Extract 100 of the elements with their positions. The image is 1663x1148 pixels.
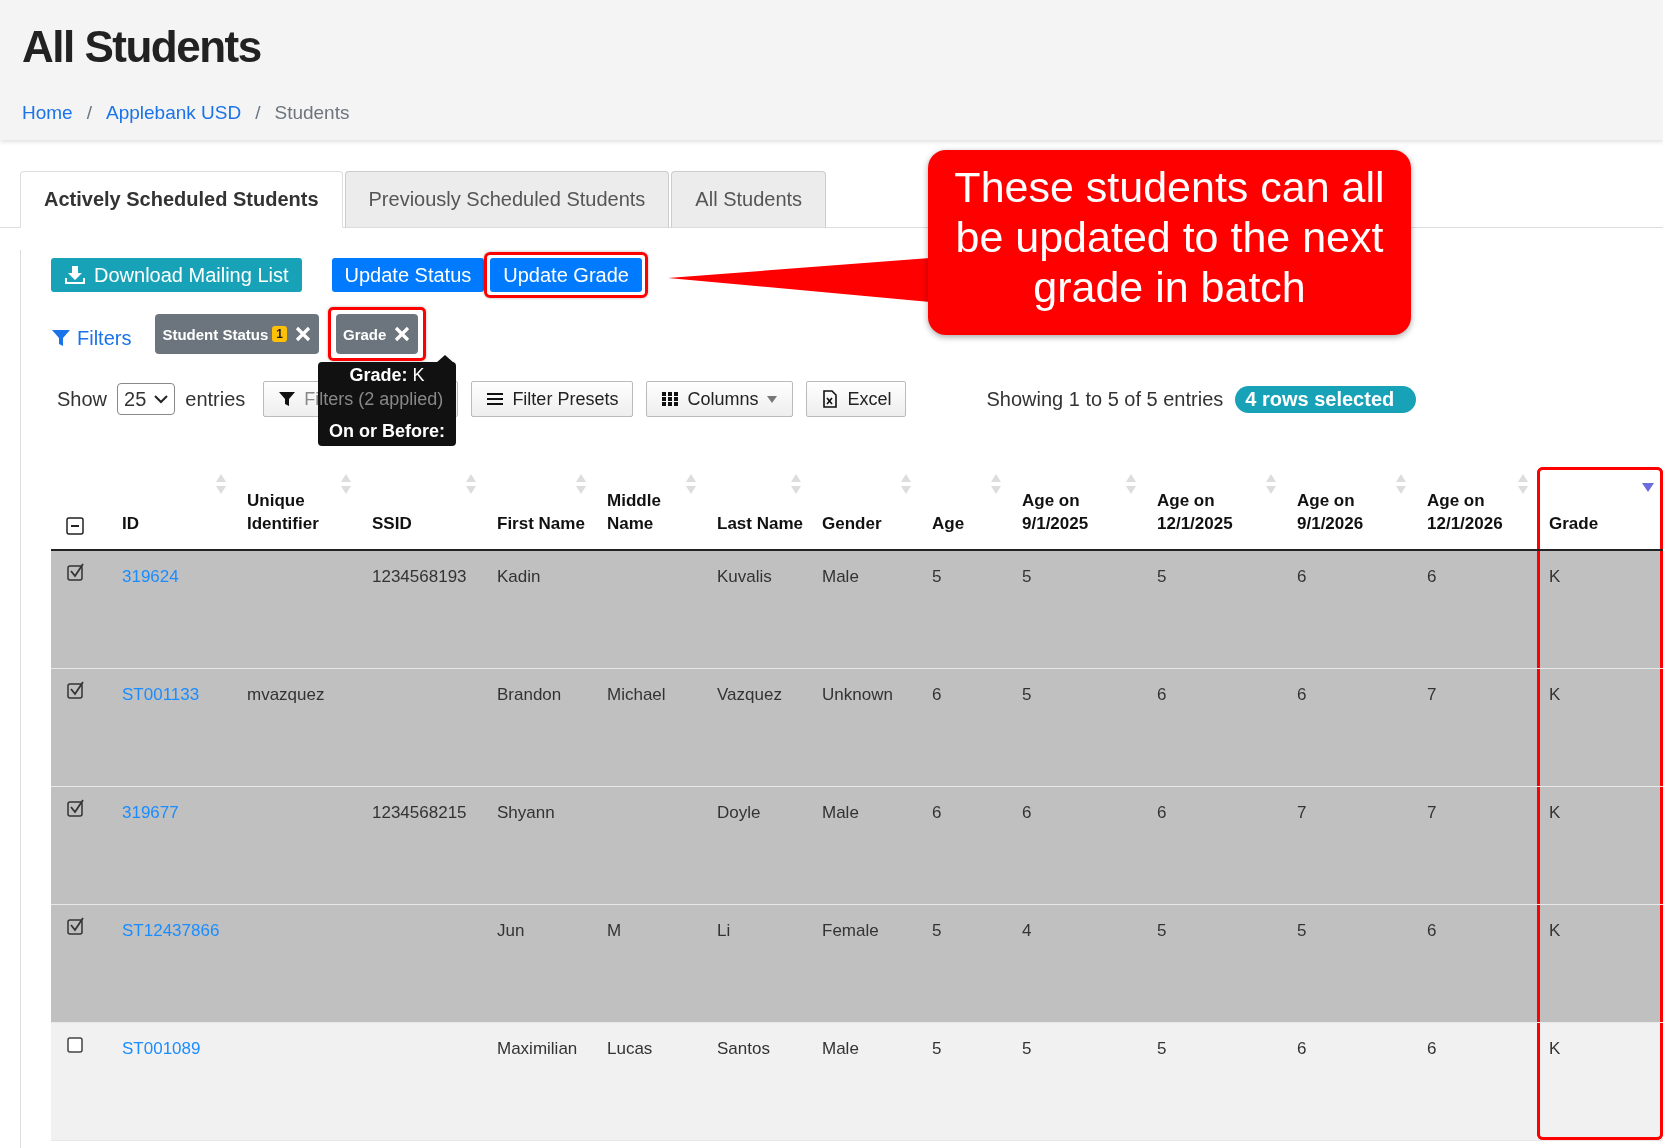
close-icon[interactable] [394, 326, 411, 342]
callout-text: These students can all be updated to the next grade in batch [928, 150, 1411, 335]
table-cell-text: 6 [1156, 684, 1168, 706]
row-checkbox[interactable] [67, 563, 85, 581]
table-cell-text: Unknown [821, 684, 894, 706]
row-checkbox[interactable] [67, 681, 85, 699]
toolbar-button[interactable]: Columns [646, 381, 794, 417]
row-checkbox[interactable] [67, 917, 85, 935]
column-header[interactable]: Middle Name [595, 467, 705, 549]
column-header[interactable]: Unique Identifier [235, 467, 360, 549]
column-header[interactable]: Age on 9/1/2026 [1285, 467, 1415, 549]
table-cell-text: Male [821, 1038, 860, 1060]
table-cell-text: 5 [931, 920, 943, 942]
toolbar-button[interactable]: Excel [806, 381, 907, 417]
tooltip-line: Grade: K [348, 364, 426, 387]
tab[interactable]: Previously Scheduled Students [344, 171, 670, 228]
menu-icon [486, 390, 505, 408]
spreadsheet-file-icon [821, 390, 840, 408]
table-cell-text: 5 [1156, 1038, 1168, 1060]
download-icon [64, 265, 86, 285]
table-cell-text: Lucas [606, 1038, 654, 1060]
column-header[interactable]: Last Name [705, 467, 810, 549]
table-cell-text: Male [821, 566, 860, 588]
filter-chip[interactable]: Grade [336, 314, 419, 354]
table-cell-text: Kuvalis [716, 566, 773, 588]
table-cell-text: 7 [1426, 684, 1438, 706]
tab[interactable]: Actively Scheduled Students [20, 171, 343, 228]
close-icon[interactable] [295, 326, 311, 342]
table-cell-text: 6 [1296, 1038, 1308, 1060]
table-cell-text: M [606, 920, 623, 942]
table-cell-text: 6 [1426, 920, 1438, 942]
entries-label: entries [185, 387, 246, 411]
breadcrumb-separator: / [255, 102, 261, 124]
column-header[interactable]: Age on 12/1/2026 [1415, 467, 1537, 549]
table-cell-text: Doyle [716, 802, 762, 824]
breadcrumb-separator: / [86, 102, 92, 124]
column-header[interactable]: First Name [485, 467, 595, 549]
table-cell-text: Female [821, 920, 880, 942]
row-checkbox[interactable] [67, 799, 85, 817]
table-cell-text: 1234568193 [371, 566, 468, 588]
table-cell: K [1537, 669, 1663, 786]
toolbar-button[interactable]: Filter Presets [471, 381, 634, 417]
table-cell-text: mvazquez [246, 684, 326, 706]
page-size-select[interactable]: 25 [117, 383, 176, 415]
column-header[interactable]: SSID [360, 467, 485, 549]
table-cell: K [1537, 787, 1663, 904]
table-cell-text: 5 [1156, 566, 1168, 588]
page-title: All Students [22, 22, 262, 72]
column-header[interactable]: Grade [1537, 467, 1663, 549]
table-cell: K [1537, 905, 1663, 1022]
action-button[interactable]: Update Status [331, 258, 485, 292]
tooltip-line: On or Before: [329, 420, 445, 443]
table-cell-text: Vazquez [716, 684, 783, 706]
table-cell-text: 6 [1296, 684, 1308, 706]
select-all-checkbox[interactable] [66, 517, 84, 535]
entries-info: Showing 1 to 5 of 5 entries [986, 387, 1224, 411]
table-cell-text: Michael [606, 684, 667, 706]
selection-badge: 4 rows selected [1235, 385, 1417, 413]
column-header[interactable]: Age on 9/1/2025 [1010, 467, 1145, 549]
tab[interactable]: All Students [671, 171, 827, 228]
table-cell-text: 7 [1426, 802, 1438, 824]
table-cell-text: Santos [716, 1038, 771, 1060]
breadcrumb-current: Students [274, 102, 350, 124]
table-cell-text: 5 [1021, 566, 1033, 588]
column-header[interactable]: Age [920, 467, 1010, 549]
table-cell-text: 1234568215 [371, 802, 468, 824]
column-header[interactable]: Gender [810, 467, 920, 549]
table-cell-text: Shyann [496, 802, 556, 824]
table-cell-text: Male [821, 802, 860, 824]
funnel-icon [51, 328, 71, 348]
breadcrumb-link[interactable]: Applebank USD [105, 102, 242, 124]
funnel-icon [278, 390, 297, 408]
table-cell-text: 6 [1156, 802, 1168, 824]
show-label: Show [57, 387, 108, 411]
count-badge: 1 [272, 326, 287, 342]
filter-chip[interactable]: Student Status 1 [155, 314, 319, 354]
table-cell-text: 6 [931, 802, 943, 824]
chevron-down-icon [154, 394, 169, 404]
table-cell-text: 6 [1296, 566, 1308, 588]
grid-icon [661, 390, 680, 408]
table-cell: K [1537, 1023, 1663, 1140]
table-cell-text: 6 [931, 684, 943, 706]
table-cell-text: 5 [1021, 684, 1033, 706]
table-cell-text: 6 [1426, 566, 1438, 588]
breadcrumb-link[interactable]: Home [22, 102, 73, 124]
filters-link[interactable]: Filters [51, 326, 132, 350]
table-cell-text: 6 [1426, 1038, 1438, 1060]
column-header[interactable]: Age on 12/1/2025 [1145, 467, 1285, 549]
table-cell-text: 5 [1021, 1038, 1033, 1060]
action-button[interactable]: Update Grade [490, 258, 642, 292]
table-cell-text: 5 [1296, 920, 1308, 942]
table-cell-text: Maximilian [496, 1038, 579, 1060]
table-cell: K [1537, 551, 1663, 668]
table-cell-text: Li [716, 920, 732, 942]
row-checkbox[interactable] [67, 1035, 85, 1053]
table-cell-text: 6 [1021, 802, 1033, 824]
column-header[interactable]: ID [110, 467, 235, 549]
table-cell-text: Brandon [496, 684, 563, 706]
table-cell-text: 5 [1156, 920, 1168, 942]
table-cell-text: 5 [931, 566, 943, 588]
